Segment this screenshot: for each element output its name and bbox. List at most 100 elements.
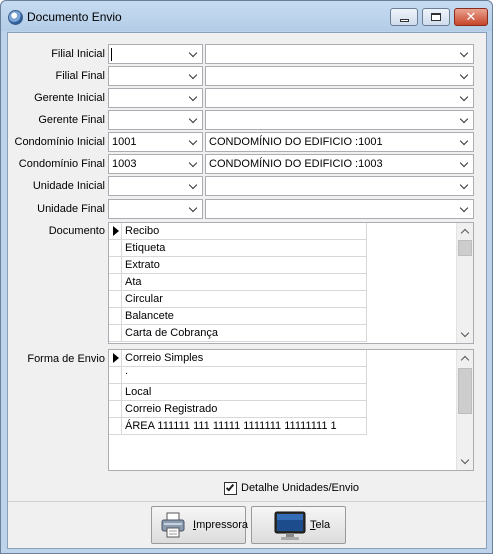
documento-row[interactable]: Etiqueta: [109, 240, 367, 257]
condominio-final-code-value: 1003: [112, 158, 137, 170]
detalhe-checkbox[interactable]: [224, 482, 237, 495]
documento-row[interactable]: Extrato: [109, 257, 367, 274]
form-panel: Filial Inicial Filial Final Gerente Inic…: [7, 32, 487, 549]
documento-item: Balancete: [125, 310, 174, 322]
chevron-down-icon[interactable]: [457, 112, 471, 128]
chevron-down-icon[interactable]: [457, 46, 471, 62]
row-indicator: [109, 350, 122, 366]
detalhe-checkbox-label[interactable]: Detalhe Unidades/Envio: [241, 482, 359, 494]
current-row-icon: [113, 226, 119, 236]
condominio-inicial-label: Condomínio Inicial: [14, 136, 106, 148]
scroll-thumb[interactable]: [458, 240, 472, 256]
close-button[interactable]: ✕: [454, 8, 488, 26]
chevron-down-icon[interactable]: [186, 46, 200, 62]
condominio-final-name-combo[interactable]: CONDOMÍNIO DO EDIFICIO :1003: [205, 154, 474, 174]
row-indicator: [109, 384, 122, 400]
chevron-down-icon[interactable]: [457, 178, 471, 194]
forma-envio-item: Local: [125, 386, 152, 398]
condominio-final-code-combo[interactable]: 1003: [108, 154, 203, 174]
window-title: Documento Envio: [27, 10, 122, 24]
forma-envio-item: Correio Simples: [125, 352, 204, 364]
gerente-final-code-combo[interactable]: [108, 110, 203, 130]
printer-icon: [161, 512, 185, 538]
documento-row[interactable]: Balancete: [109, 308, 367, 325]
close-icon: ✕: [465, 9, 477, 25]
monitor-icon: [274, 511, 306, 540]
documento-grid[interactable]: Recibo Etiqueta Extrato Ata Circular Bal…: [108, 222, 474, 344]
filial-final-code-combo[interactable]: [108, 66, 203, 86]
forma-envio-row[interactable]: ÁREA 111111 111 11111 1111111 11111111 1: [109, 418, 367, 435]
row-indicator: [109, 367, 122, 383]
unidade-inicial-label: Unidade Inicial: [32, 180, 105, 192]
condominio-inicial-name-combo[interactable]: CONDOMÍNIO DO EDIFICIO :1001: [205, 132, 474, 152]
filial-final-label: Filial Final: [55, 70, 105, 82]
text-caret: [111, 48, 112, 61]
forma-envio-scrollbar[interactable]: [456, 350, 473, 470]
chevron-down-icon[interactable]: [457, 156, 471, 172]
chevron-down-icon[interactable]: [186, 68, 200, 84]
chevron-down-icon[interactable]: [186, 90, 200, 106]
documento-item: Recibo: [125, 225, 160, 237]
impressora-button[interactable]: Impressora: [151, 506, 248, 544]
forma-envio-row[interactable]: Correio Registrado: [109, 401, 367, 418]
chevron-down-icon[interactable]: [186, 201, 200, 217]
chevron-down-icon[interactable]: [457, 68, 471, 84]
documento-item: Etiqueta: [125, 242, 166, 254]
documento-item: Ata: [125, 276, 142, 288]
forma-envio-row[interactable]: Local: [109, 384, 367, 401]
maximize-button[interactable]: [422, 8, 450, 26]
gerente-inicial-code-combo[interactable]: [108, 88, 203, 108]
condominio-inicial-code-combo[interactable]: 1001: [108, 132, 203, 152]
chevron-down-icon[interactable]: [457, 90, 471, 106]
row-indicator: [109, 223, 122, 239]
documento-row[interactable]: Ata: [109, 274, 367, 291]
impressora-label-rest: mpressora: [196, 519, 249, 531]
filial-inicial-label: Filial Inicial: [51, 48, 105, 60]
chevron-down-icon[interactable]: [186, 134, 200, 150]
gerente-final-name-combo[interactable]: [205, 110, 474, 130]
unidade-inicial-name-combo[interactable]: [205, 176, 474, 196]
forma-envio-row[interactable]: Correio Simples: [109, 350, 367, 367]
row-indicator: [109, 291, 122, 307]
tela-button[interactable]: Tela: [251, 506, 346, 544]
condominio-inicial-code-value: 1001: [112, 136, 137, 148]
chevron-down-icon[interactable]: [186, 178, 200, 194]
unidade-final-label: Unidade Final: [37, 203, 105, 215]
minimize-button[interactable]: [390, 8, 418, 26]
scroll-up-icon[interactable]: [457, 223, 473, 239]
chevron-down-icon[interactable]: [457, 134, 471, 150]
forma-envio-row[interactable]: .: [109, 365, 367, 384]
maximize-icon: [431, 13, 441, 21]
filial-inicial-code-combo[interactable]: [108, 44, 203, 64]
documento-item: Carta de Cobrança: [125, 327, 218, 339]
scroll-down-icon[interactable]: [457, 327, 473, 343]
chevron-down-icon[interactable]: [457, 201, 471, 217]
unidade-final-code-combo[interactable]: [108, 199, 203, 219]
title-bar[interactable]: Documento Envio ✕: [1, 1, 492, 31]
impressora-label: Impressora: [193, 519, 248, 531]
documento-row[interactable]: Circular: [109, 291, 367, 308]
forma-envio-label: Forma de Envio: [27, 353, 105, 365]
filial-final-name-combo[interactable]: [205, 66, 474, 86]
condominio-final-name-value: CONDOMÍNIO DO EDIFICIO :1003: [209, 158, 383, 170]
documento-item: Extrato: [125, 259, 160, 271]
forma-envio-grid[interactable]: Correio Simples . Local Correio Registra…: [108, 349, 474, 471]
scroll-thumb[interactable]: [458, 368, 472, 414]
chevron-down-icon[interactable]: [186, 156, 200, 172]
documento-row[interactable]: Recibo: [109, 223, 367, 240]
gerente-final-label: Gerente Final: [38, 114, 105, 126]
chevron-down-icon[interactable]: [186, 112, 200, 128]
tela-label: Tela: [310, 519, 330, 531]
documento-scrollbar[interactable]: [456, 223, 473, 343]
scroll-down-icon[interactable]: [457, 454, 473, 470]
tela-label-rest: ela: [315, 519, 331, 531]
filial-inicial-name-combo[interactable]: [205, 44, 474, 64]
unidade-inicial-code-combo[interactable]: [108, 176, 203, 196]
condominio-inicial-name-value: CONDOMÍNIO DO EDIFICIO :1001: [209, 136, 383, 148]
gerente-inicial-name-combo[interactable]: [205, 88, 474, 108]
documento-row[interactable]: Carta de Cobrança: [109, 325, 367, 342]
documento-item: Circular: [125, 293, 163, 305]
scroll-up-icon[interactable]: [457, 350, 473, 366]
unidade-final-name-combo[interactable]: [205, 199, 474, 219]
row-indicator: [109, 308, 122, 324]
